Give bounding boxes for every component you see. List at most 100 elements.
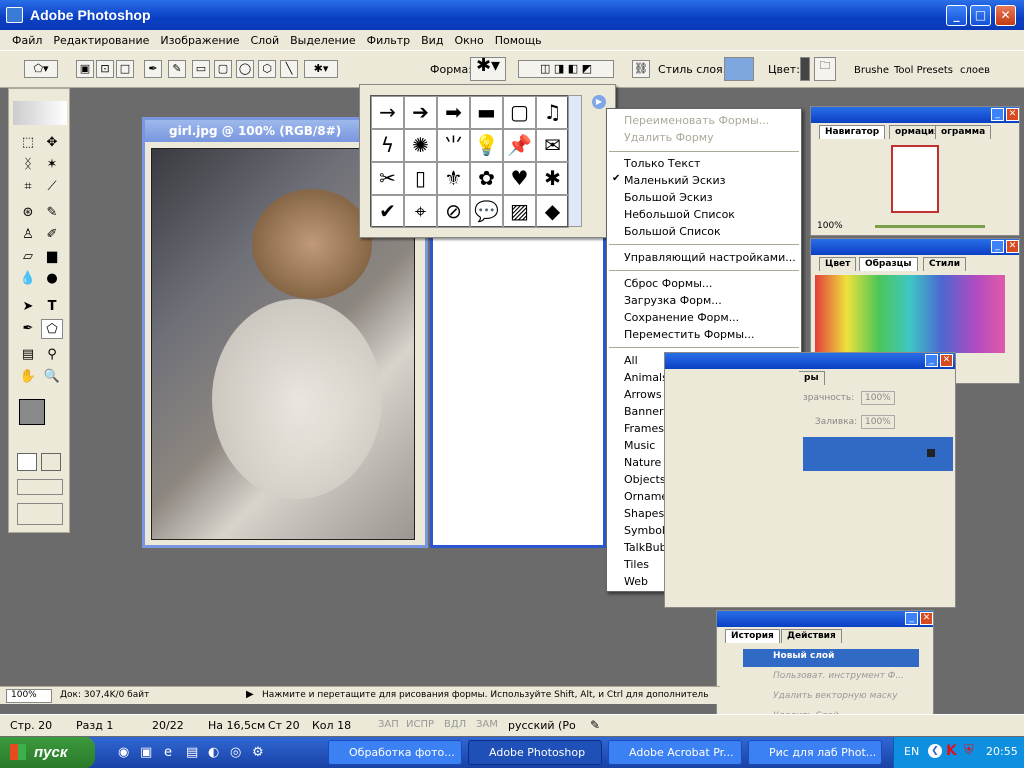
- panel-close-button[interactable]: ✕: [1006, 240, 1019, 253]
- freeform-pen-icon[interactable]: ✎: [168, 60, 186, 78]
- status-track[interactable]: ИСПР: [406, 719, 434, 730]
- palette-tab-tool-presets[interactable]: Tool Presets: [894, 65, 953, 76]
- pen-tool-icon[interactable]: ✒: [144, 60, 162, 78]
- history-item-label[interactable]: Новый слой: [773, 651, 834, 661]
- status-language[interactable]: русский (Ро: [508, 719, 576, 732]
- arrow-thin-icon[interactable]: →: [371, 96, 404, 129]
- no-sign-icon[interactable]: ⊘: [437, 195, 470, 228]
- fill-pixels-button[interactable]: □: [116, 60, 134, 78]
- hand-tool-icon[interactable]: ✋: [17, 367, 39, 387]
- panel-minimize-button[interactable]: _: [905, 612, 918, 625]
- security-shield-icon[interactable]: ⛨: [964, 743, 974, 758]
- pen-tool-icon[interactable]: ✒: [17, 319, 39, 339]
- kaspersky-icon[interactable]: K: [946, 743, 957, 759]
- shape-picker-menu-button[interactable]: ▶: [592, 95, 606, 109]
- spelling-check-icon[interactable]: ✎: [590, 718, 600, 732]
- language-indicator[interactable]: EN: [904, 745, 919, 758]
- gradient-tool-icon[interactable]: ▆: [41, 247, 63, 267]
- brush-tool-icon[interactable]: ✎: [41, 203, 63, 223]
- panel-close-button[interactable]: ✕: [1006, 108, 1019, 121]
- status-zoom[interactable]: 100%: [6, 689, 52, 703]
- menu-file[interactable]: Файл: [12, 34, 42, 47]
- rounded-rect-tool-icon[interactable]: ▢: [214, 60, 232, 78]
- quicklaunch-icon[interactable]: ◎: [230, 745, 241, 760]
- menu-replace-shapes[interactable]: Переместить Формы...: [607, 326, 801, 343]
- fleur-de-lis-icon[interactable]: ⚜: [437, 162, 470, 195]
- speech-bubble-icon[interactable]: 💬: [470, 195, 503, 228]
- move-tool-icon[interactable]: ✥: [41, 133, 63, 153]
- start-button[interactable]: пуск: [0, 737, 95, 768]
- color-swatch[interactable]: [800, 57, 810, 81]
- quickmask-mode-button[interactable]: [41, 453, 61, 471]
- diagonal-tile-icon[interactable]: ▨: [503, 195, 536, 228]
- close-button[interactable]: ✕: [995, 5, 1016, 26]
- status-overtype[interactable]: ЗАМ: [476, 719, 498, 730]
- envelope-icon[interactable]: ✉: [536, 129, 569, 162]
- heart-icon[interactable]: ♥: [503, 162, 536, 195]
- tray-arrow-icon[interactable]: ❮: [928, 744, 942, 758]
- menu-preset-manager[interactable]: Управляющий настройками...: [607, 249, 801, 266]
- menu-save-shapes[interactable]: Сохранение Форм...: [607, 309, 801, 326]
- combine-mode-buttons[interactable]: ◫ ◨ ◧ ◩: [518, 60, 614, 78]
- quicklaunch-icon[interactable]: ◐: [208, 745, 219, 760]
- healing-brush-icon[interactable]: ⊛: [17, 203, 39, 223]
- tab-color[interactable]: Цвет: [819, 257, 857, 271]
- panel-minimize-button[interactable]: _: [991, 108, 1004, 121]
- quicklaunch-icon[interactable]: ◉: [118, 745, 129, 760]
- menu-large-list[interactable]: Большой Список: [607, 223, 801, 240]
- blank-page-icon[interactable]: ▯: [404, 162, 437, 195]
- palette-tab-brushes[interactable]: Brushe: [854, 65, 889, 76]
- grass-icon[interactable]: ⺌: [437, 129, 470, 162]
- tab-navigator[interactable]: Навигатор: [819, 125, 886, 139]
- menu-window[interactable]: Окно: [454, 34, 483, 47]
- notes-tool-icon[interactable]: ▤: [17, 345, 39, 365]
- menu-image[interactable]: Изображение: [160, 34, 239, 47]
- eraser-tool-icon[interactable]: ▱: [17, 247, 39, 267]
- minimize-button[interactable]: _: [946, 5, 967, 26]
- quicklaunch-icon[interactable]: ▣: [140, 745, 152, 760]
- tab-actions[interactable]: Действия: [781, 629, 842, 643]
- panel-minimize-button[interactable]: _: [991, 240, 1004, 253]
- fill-field[interactable]: 100%: [861, 415, 895, 429]
- taskbar-item-folder[interactable]: Рис для лаб Phot...: [748, 740, 882, 765]
- layer-style-swatch[interactable]: [724, 57, 754, 81]
- status-record[interactable]: ЗАП: [378, 719, 399, 730]
- shape-picker-button[interactable]: ✱▾: [470, 57, 506, 81]
- tab-swatches[interactable]: Образцы: [859, 257, 918, 271]
- eyedropper-icon[interactable]: ⚲: [41, 345, 63, 365]
- scissors-icon[interactable]: ✂: [371, 162, 404, 195]
- menu-large-thumbnail[interactable]: Большой Эскиз: [607, 189, 801, 206]
- swatch-grid[interactable]: [815, 275, 1005, 353]
- menu-small-thumbnail[interactable]: Маленький Эскиз: [607, 172, 801, 189]
- menu-edit[interactable]: Редактирование: [53, 34, 149, 47]
- menu-layer[interactable]: Слой: [251, 34, 280, 47]
- clone-stamp-icon[interactable]: ♙: [17, 225, 39, 245]
- menu-reset-shapes[interactable]: Сброс Формы...: [607, 275, 801, 292]
- menu-small-list[interactable]: Небольшой Список: [607, 206, 801, 223]
- clock[interactable]: 20:55: [986, 745, 1018, 758]
- banner-icon[interactable]: ▬: [470, 96, 503, 129]
- path-selection-icon[interactable]: ➤: [17, 297, 39, 317]
- navigator-zoom[interactable]: 100%: [817, 221, 843, 231]
- foreground-color-swatch[interactable]: [19, 399, 45, 425]
- taskbar-item-acrobat[interactable]: Adobe Acrobat Pr...: [608, 740, 742, 765]
- arrow-bold-icon[interactable]: ➡: [437, 96, 470, 129]
- checkmark-icon[interactable]: ✔: [371, 195, 404, 228]
- menu-view[interactable]: Вид: [421, 34, 443, 47]
- screen-mode-buttons[interactable]: [17, 479, 63, 495]
- history-item-label[interactable]: Пользоват. инструмент Ф...: [773, 671, 904, 681]
- shape-layers-button[interactable]: ▣: [76, 60, 94, 78]
- type-tool-icon[interactable]: T: [41, 297, 63, 317]
- ellipse-tool-icon[interactable]: ◯: [236, 60, 254, 78]
- tool-preset-picker[interactable]: ⬠▾: [24, 60, 58, 78]
- menu-text-only[interactable]: Только Текст: [607, 155, 801, 172]
- tab-history[interactable]: История: [725, 629, 780, 643]
- tab-styles[interactable]: Стили: [923, 257, 967, 271]
- starburst-icon[interactable]: ✺: [404, 129, 437, 162]
- panel-minimize-button[interactable]: _: [925, 354, 938, 367]
- paths-button[interactable]: ⊡: [96, 60, 114, 78]
- shape-grid-scrollbar[interactable]: [568, 95, 582, 227]
- history-item-label[interactable]: Удалить векторную маску: [773, 691, 898, 701]
- custom-shape-tool-icon[interactable]: ⬠: [41, 319, 63, 339]
- magic-wand-icon[interactable]: ✶: [41, 155, 63, 175]
